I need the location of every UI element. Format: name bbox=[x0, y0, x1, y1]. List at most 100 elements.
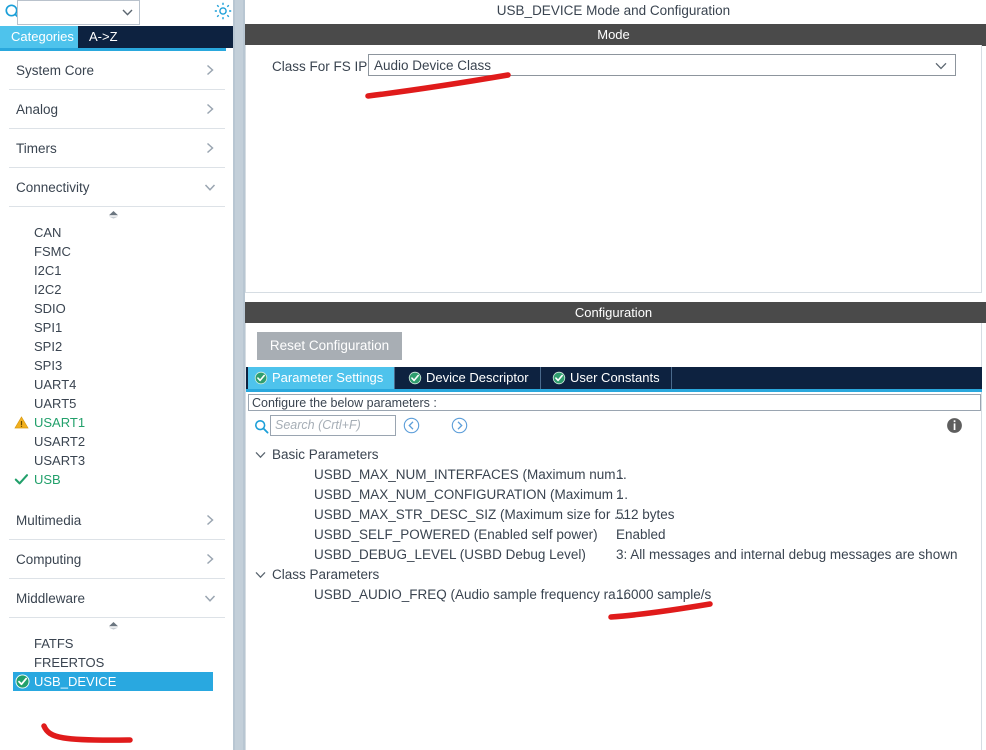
chevron-down-icon bbox=[122, 9, 133, 16]
peripheral-item-usart2[interactable]: USART2 bbox=[0, 432, 233, 451]
category-label: Connectivity bbox=[16, 180, 90, 195]
parameter-value: 1 bbox=[616, 467, 624, 482]
peripheral-item-spi2[interactable]: SPI2 bbox=[0, 337, 233, 356]
sidebar-item-connectivity[interactable]: Connectivity bbox=[9, 168, 225, 207]
peripheral-item-uart4[interactable]: UART4 bbox=[0, 375, 233, 394]
parameter-value: Enabled bbox=[616, 527, 666, 542]
table-row[interactable]: USBD_SELF_POWERED (Enabled self power) E… bbox=[246, 525, 983, 545]
peripheral-item-i2c1[interactable]: I2C1 bbox=[0, 261, 233, 280]
peripheral-item-i2c2[interactable]: I2C2 bbox=[0, 280, 233, 299]
tree-group-class-parameters[interactable]: Class Parameters bbox=[246, 565, 983, 585]
reset-configuration-button[interactable]: Reset Configuration bbox=[257, 332, 402, 360]
configuration-section-header: Configuration bbox=[245, 302, 982, 323]
configuration-section-body: Reset Configuration Parameter Settings D… bbox=[245, 323, 983, 750]
middleware-label: USB_DEVICE bbox=[34, 674, 117, 689]
page-title: USB_DEVICE Mode and Configuration bbox=[245, 0, 982, 22]
parameter-search-input[interactable]: Search (Crtl+F) bbox=[270, 415, 396, 436]
check-circle-icon bbox=[15, 674, 30, 689]
configure-parameters-note: Configure the below parameters : bbox=[248, 394, 981, 411]
check-circle-icon bbox=[552, 371, 566, 385]
tab-label: Parameter Settings bbox=[272, 370, 384, 385]
sidebar-item-analog[interactable]: Analog bbox=[9, 90, 225, 129]
tree-group-label: Class Parameters bbox=[272, 567, 380, 582]
tab-device-descriptor[interactable]: Device Descriptor bbox=[402, 367, 541, 389]
check-circle-icon bbox=[408, 371, 422, 385]
class-for-fs-ip-label: Class For FS IP bbox=[272, 59, 368, 74]
tab-label: User Constants bbox=[570, 370, 660, 385]
parameter-value: 3: All messages and internal debug messa… bbox=[616, 547, 958, 562]
tab-user-constants[interactable]: User Constants bbox=[546, 367, 672, 389]
left-panel: Categories A->Z System Core Analog Timer… bbox=[0, 0, 233, 750]
table-row[interactable]: USBD_DEBUG_LEVEL (USBD Debug Level) 3: A… bbox=[246, 545, 983, 565]
sidebar-item-computing[interactable]: Computing bbox=[9, 540, 225, 579]
vertical-scrollbar[interactable] bbox=[982, 0, 986, 750]
mode-section-header: Mode bbox=[245, 24, 982, 45]
search-next-icon[interactable] bbox=[451, 417, 468, 434]
table-row[interactable]: USBD_MAX_STR_DESC_SIZ (Maximum size for … bbox=[246, 505, 983, 525]
middleware-item-freertos[interactable]: FREERTOS bbox=[0, 653, 233, 672]
parameter-name: USBD_MAX_NUM_INTERFACES (Maximum num... bbox=[314, 467, 627, 482]
sidebar-item-timers[interactable]: Timers bbox=[9, 129, 225, 168]
parameter-value: 16000 sample/s bbox=[616, 587, 712, 602]
tab-label: Device Descriptor bbox=[426, 370, 529, 385]
tab-a-to-z[interactable]: A->Z bbox=[78, 26, 129, 48]
peripheral-item-usb[interactable]: USB bbox=[0, 470, 233, 489]
scroll-up-arrow[interactable] bbox=[0, 207, 233, 223]
chevron-down-icon bbox=[255, 451, 266, 459]
peripheral-item-usart1[interactable]: USART1 bbox=[0, 413, 233, 432]
sidebar-item-system-core[interactable]: System Core bbox=[9, 51, 225, 90]
table-row[interactable]: USBD_MAX_NUM_CONFIGURATION (Maximum ... … bbox=[246, 485, 983, 505]
stm32cubemx-window: Categories A->Z System Core Analog Timer… bbox=[0, 0, 986, 750]
scroll-up-arrow[interactable] bbox=[0, 618, 233, 634]
parameter-name: USBD_DEBUG_LEVEL (USBD Debug Level) bbox=[314, 547, 586, 562]
category-label: Computing bbox=[16, 552, 82, 567]
parameter-name: USBD_AUDIO_FREQ (Audio sample frequency … bbox=[314, 587, 627, 602]
panel-divider[interactable] bbox=[233, 0, 245, 750]
chevron-right-icon bbox=[204, 553, 216, 565]
chevron-right-icon bbox=[204, 64, 216, 76]
connectivity-peripheral-list: CAN FSMC I2C1 I2C2 SDIO SPI1 SPI2 SPI3 U… bbox=[0, 207, 233, 489]
sidebar-item-middleware[interactable]: Middleware bbox=[9, 579, 225, 618]
parameter-name: USBD_SELF_POWERED (Enabled self power) bbox=[314, 527, 598, 542]
check-icon bbox=[14, 472, 29, 487]
tab-categories[interactable]: Categories bbox=[0, 26, 85, 48]
parameter-search-bar: Search (Crtl+F) bbox=[246, 415, 983, 441]
middleware-item-usb-device[interactable]: USB_DEVICE bbox=[13, 672, 213, 691]
left-tabs-bar: Categories A->Z bbox=[0, 26, 233, 48]
parameter-value: 512 bytes bbox=[616, 507, 675, 522]
middleware-list: FATFS FREERTOS USB_DEVICE bbox=[0, 618, 233, 691]
middleware-item-fatfs[interactable]: FATFS bbox=[0, 634, 233, 653]
sidebar-item-multimedia[interactable]: Multimedia bbox=[9, 501, 225, 540]
peripheral-item-sdio[interactable]: SDIO bbox=[0, 299, 233, 318]
category-label: Analog bbox=[16, 102, 59, 117]
table-row[interactable]: USBD_MAX_NUM_INTERFACES (Maximum num... … bbox=[246, 465, 983, 485]
gear-icon[interactable] bbox=[213, 1, 233, 21]
right-panel: USB_DEVICE Mode and Configuration Mode C… bbox=[245, 0, 986, 750]
tree-group-label: Basic Parameters bbox=[272, 447, 379, 462]
category-label: System Core bbox=[16, 63, 95, 78]
chevron-down-icon bbox=[935, 62, 947, 70]
table-row[interactable]: USBD_AUDIO_FREQ (Audio sample frequency … bbox=[246, 585, 983, 605]
divider-inner bbox=[235, 0, 243, 750]
parameter-value: 1 bbox=[616, 487, 624, 502]
chevron-right-icon bbox=[204, 514, 216, 526]
peripheral-item-spi3[interactable]: SPI3 bbox=[0, 356, 233, 375]
class-for-fs-ip-select[interactable]: Audio Device Class bbox=[368, 54, 956, 76]
configuration-tabs-underline bbox=[246, 389, 983, 392]
peripheral-label: USART1 bbox=[34, 415, 86, 430]
peripheral-item-uart5[interactable]: UART5 bbox=[0, 394, 233, 413]
tree-group-basic-parameters[interactable]: Basic Parameters bbox=[246, 445, 983, 465]
peripheral-item-can[interactable]: CAN bbox=[0, 223, 233, 242]
peripheral-item-fsmc[interactable]: FSMC bbox=[0, 242, 233, 261]
info-icon[interactable] bbox=[946, 417, 963, 434]
tab-parameter-settings[interactable]: Parameter Settings bbox=[248, 367, 396, 389]
category-label: Middleware bbox=[16, 591, 86, 606]
peripheral-item-spi1[interactable]: SPI1 bbox=[0, 318, 233, 337]
mode-section-body: Class For FS IP Audio Device Class bbox=[245, 45, 982, 293]
scrollbar-thumb-mode[interactable] bbox=[982, 24, 986, 46]
peripheral-item-usart3[interactable]: USART3 bbox=[0, 451, 233, 470]
search-previous-icon[interactable] bbox=[403, 417, 420, 434]
peripheral-search-combo[interactable] bbox=[17, 0, 140, 25]
scrollbar-thumb-config[interactable] bbox=[982, 302, 986, 323]
search-icon bbox=[254, 419, 269, 434]
